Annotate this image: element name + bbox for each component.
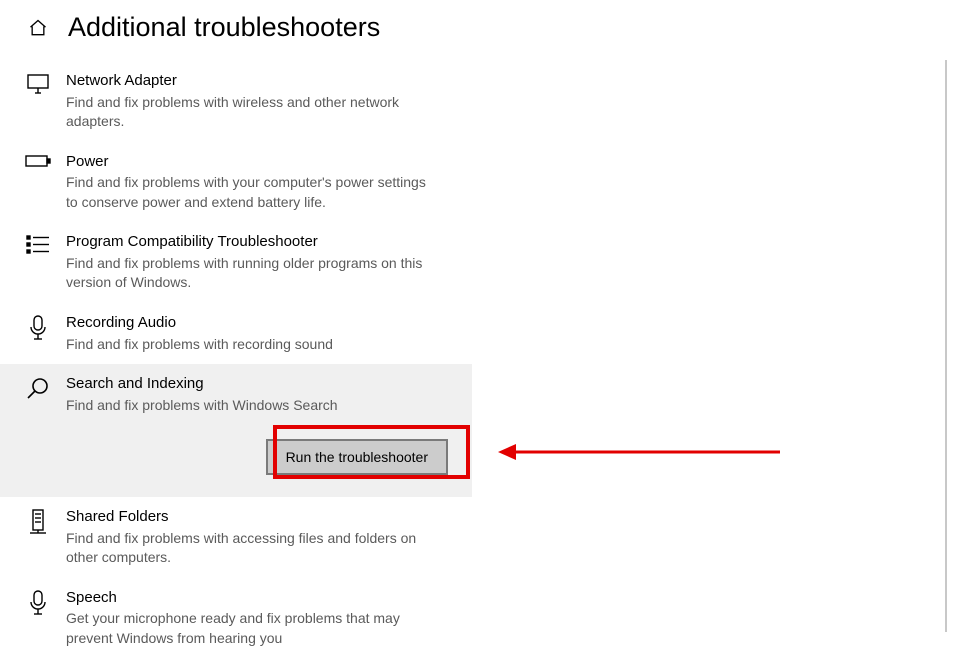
page-header: Additional troubleshooters [0,0,953,61]
scrollbar[interactable] [945,60,947,632]
item-recording-audio[interactable]: Recording Audio Find and fix problems wi… [0,303,472,364]
item-desc: Find and fix problems with Windows Searc… [66,396,440,416]
list-icon [24,232,52,256]
run-troubleshooter-button[interactable]: Run the troubleshooter [266,439,448,475]
item-network-adapter[interactable]: Network Adapter Find and fix problems wi… [0,61,472,142]
item-shared-folders[interactable]: Shared Folders Find and fix problems wit… [0,497,472,578]
item-title: Program Compatibility Troubleshooter [66,232,440,252]
item-title: Speech [66,588,440,608]
item-title: Recording Audio [66,313,440,333]
run-action-row: Run the troubleshooter [0,425,472,497]
troubleshooter-list: Network Adapter Find and fix problems wi… [0,61,953,659]
item-search-indexing[interactable]: Search and Indexing Find and fix problem… [0,364,472,425]
page-title: Additional troubleshooters [68,12,380,43]
item-desc: Find and fix problems with running older… [66,254,440,293]
server-icon [24,507,52,535]
item-speech[interactable]: Speech Get your microphone ready and fix… [0,578,472,659]
item-desc: Find and fix problems with wireless and … [66,93,440,132]
item-program-compat[interactable]: Program Compatibility Troubleshooter Fin… [0,222,472,303]
item-desc: Find and fix problems with accessing fil… [66,529,440,568]
item-title: Shared Folders [66,507,440,527]
home-icon[interactable] [24,18,52,38]
microphone-icon [24,588,52,616]
item-desc: Find and fix problems with your computer… [66,173,440,212]
item-title: Network Adapter [66,71,440,91]
monitor-icon [24,71,52,95]
microphone-icon [24,313,52,341]
item-power[interactable]: Power Find and fix problems with your co… [0,142,472,223]
search-icon [24,374,52,400]
item-title: Power [66,152,440,172]
item-title: Search and Indexing [66,374,440,394]
item-desc: Get your microphone ready and fix proble… [66,609,440,648]
item-desc: Find and fix problems with recording sou… [66,335,440,355]
battery-icon [24,152,52,168]
